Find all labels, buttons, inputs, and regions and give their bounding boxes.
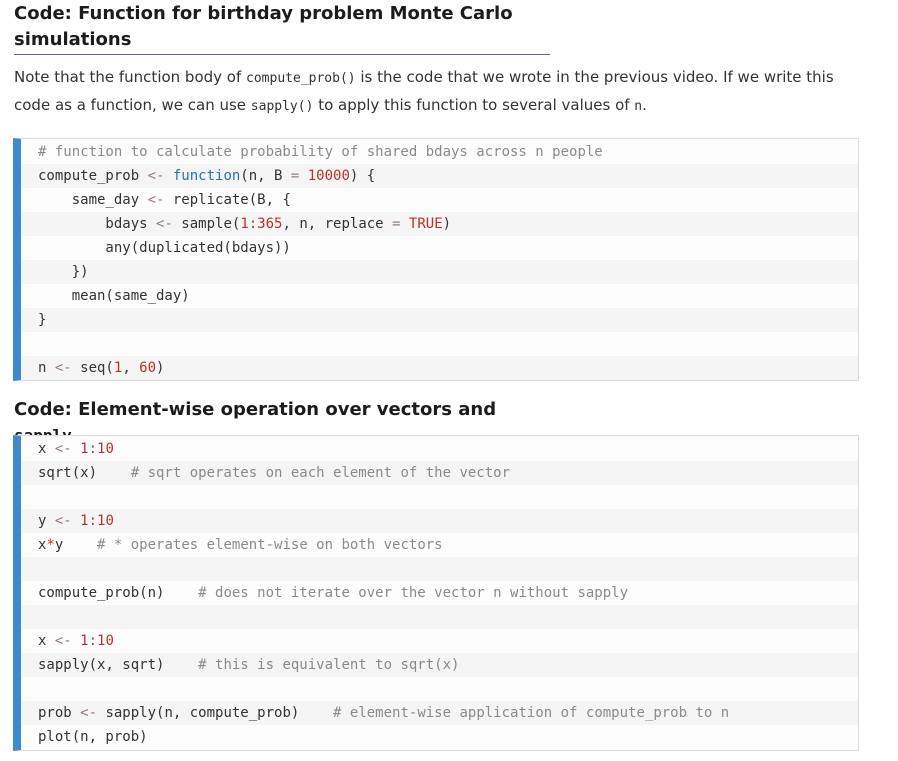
code-token: sapply(n, compute_prob) xyxy=(97,705,334,721)
code-line: compute_prob <- function(n, B = 10000) { xyxy=(21,164,858,188)
paragraph-text: to apply this function to several values… xyxy=(313,96,635,114)
code-token: 1:365 xyxy=(240,216,283,232)
section-heading-birthday-function: Code: Function for birthday problem Mont… xyxy=(14,1,550,55)
code-token: sample( xyxy=(172,216,241,232)
code-token: compute_prob(n) xyxy=(38,585,199,601)
code-token: same_day xyxy=(38,192,148,208)
code-token: , xyxy=(122,360,140,376)
code-line: prob <- sapply(n, compute_prob) # elemen… xyxy=(21,701,858,725)
code-line-blank xyxy=(21,605,858,629)
code-token: }) xyxy=(38,264,89,280)
code-token: # sqrt operates on each element of the v… xyxy=(130,465,511,481)
code-line: } xyxy=(21,308,858,332)
inline-code-n: n xyxy=(634,99,643,114)
heading-text: Code: Element-wise operation over vector… xyxy=(14,399,497,420)
code-token: n xyxy=(38,360,55,376)
code-token: <- xyxy=(147,168,165,184)
code-token: compute_prob xyxy=(38,168,148,184)
code-token: prob xyxy=(38,705,81,721)
code-token: y xyxy=(54,537,98,553)
code-token: TRUE xyxy=(408,216,443,232)
code-line: }) xyxy=(21,260,858,284)
code-token: # this is equivalent to sqrt(x) xyxy=(198,657,460,673)
code-token: , n, replace xyxy=(282,216,393,232)
code-line-blank xyxy=(21,557,858,581)
code-comment: # function to calculate probability of s… xyxy=(38,144,603,160)
code-line: compute_prob(n) # does not iterate over … xyxy=(21,581,858,605)
code-line: y <- 1:10 xyxy=(21,509,858,533)
code-token: <- xyxy=(54,633,72,649)
code-line: x <- 1:10 xyxy=(21,437,858,461)
code-token: bdays xyxy=(38,216,157,232)
code-token: <- xyxy=(54,513,72,529)
code-token: (n, B xyxy=(240,168,291,184)
code-line: sapply(x, sqrt) # this is equivalent to … xyxy=(21,653,858,677)
code-token: ) xyxy=(156,360,165,376)
code-token: ) { xyxy=(349,168,376,184)
code-token: # does not iterate over the vector n wit… xyxy=(198,585,629,601)
code-token: seq( xyxy=(71,360,114,376)
code-token: 1:10 xyxy=(80,441,114,457)
code-token: 1:10 xyxy=(80,513,114,529)
code-token: # element-wise application of compute_pr… xyxy=(333,705,730,721)
code-line: bdays <- sample(1:365, n, replace = TRUE… xyxy=(21,212,858,236)
code-line: plot(n, prob) xyxy=(21,725,858,749)
code-line: x <- 1:10 xyxy=(21,629,858,653)
code-token: replicate(B, { xyxy=(164,192,291,208)
code-token: 1:10 xyxy=(80,633,114,649)
code-token: # * operates element-wise on both vector… xyxy=(97,537,443,553)
inline-code-compute-prob: compute_prob() xyxy=(246,71,356,86)
code-token: } xyxy=(38,312,47,328)
code-token: plot(n, prob) xyxy=(38,729,148,745)
code-token: <- xyxy=(54,441,72,457)
code-token: 60 xyxy=(139,360,157,376)
page: Code: Function for birthday problem Mont… xyxy=(0,0,898,761)
code-line: mean(same_day) xyxy=(21,284,858,308)
paragraph-text: Note that the function body of xyxy=(14,68,247,86)
code-token: mean(same_day) xyxy=(38,288,190,304)
code-line: any(duplicated(bdays)) xyxy=(21,236,858,260)
code-token: <- xyxy=(54,360,72,376)
code-token: any(duplicated(bdays)) xyxy=(38,240,291,256)
paragraph-text: . xyxy=(642,96,647,114)
inline-code-sapply: sapply() xyxy=(250,99,314,114)
code-line: # function to calculate probability of s… xyxy=(21,140,858,164)
intro-paragraph: Note that the function body of compute_p… xyxy=(14,64,854,120)
code-line: x*y # * operates element-wise on both ve… xyxy=(21,533,858,557)
code-token: y xyxy=(38,513,55,529)
code-token: x xyxy=(38,633,55,649)
code-token: <- xyxy=(156,216,173,232)
code-token: 10000 xyxy=(307,168,350,184)
code-token: sapply(x, sqrt) xyxy=(38,657,199,673)
code-token: * xyxy=(46,537,55,553)
code-line: sqrt(x) # sqrt operates on each element … xyxy=(21,461,858,485)
code-token: ) xyxy=(442,216,452,232)
code-block-compute-prob[interactable]: # function to calculate probability of s… xyxy=(13,138,859,381)
code-token: <- xyxy=(80,705,98,721)
code-line: n <- seq(1, 60) xyxy=(21,356,858,380)
code-block-sapply[interactable]: x <- 1:10 sqrt(x) # sqrt operates on eac… xyxy=(13,435,859,751)
code-line: same_day <- replicate(B, { xyxy=(21,188,858,212)
code-token: function xyxy=(164,168,241,184)
code-token: <- xyxy=(147,192,165,208)
code-token: sqrt(x) xyxy=(38,465,131,481)
code-token: x xyxy=(38,441,55,457)
